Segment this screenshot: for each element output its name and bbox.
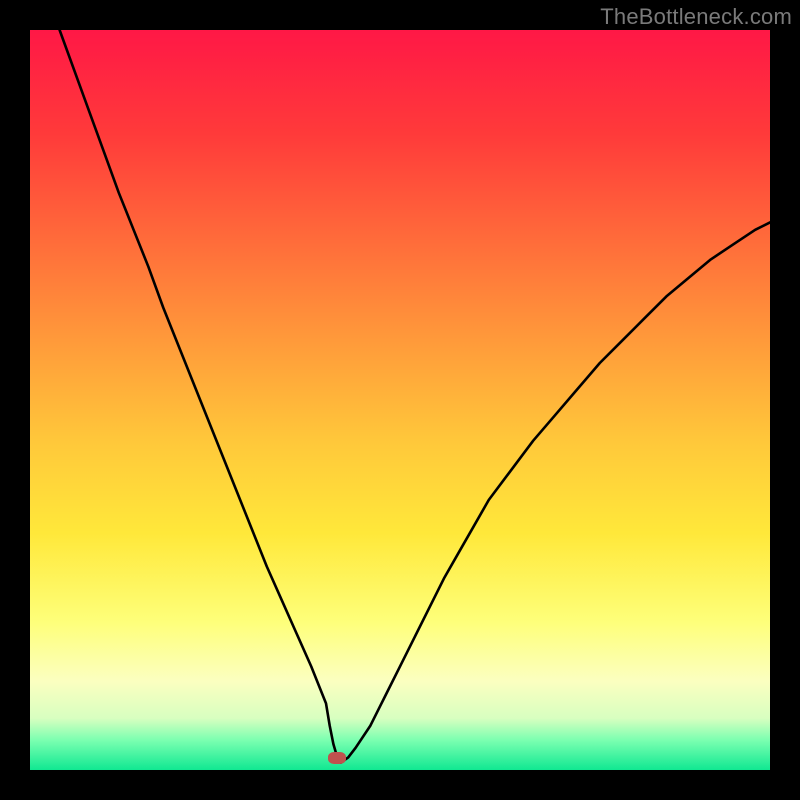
- minimum-marker: [328, 752, 346, 764]
- bottleneck-curve: [30, 30, 770, 770]
- chart-frame: TheBottleneck.com: [0, 0, 800, 800]
- watermark-text: TheBottleneck.com: [600, 4, 792, 30]
